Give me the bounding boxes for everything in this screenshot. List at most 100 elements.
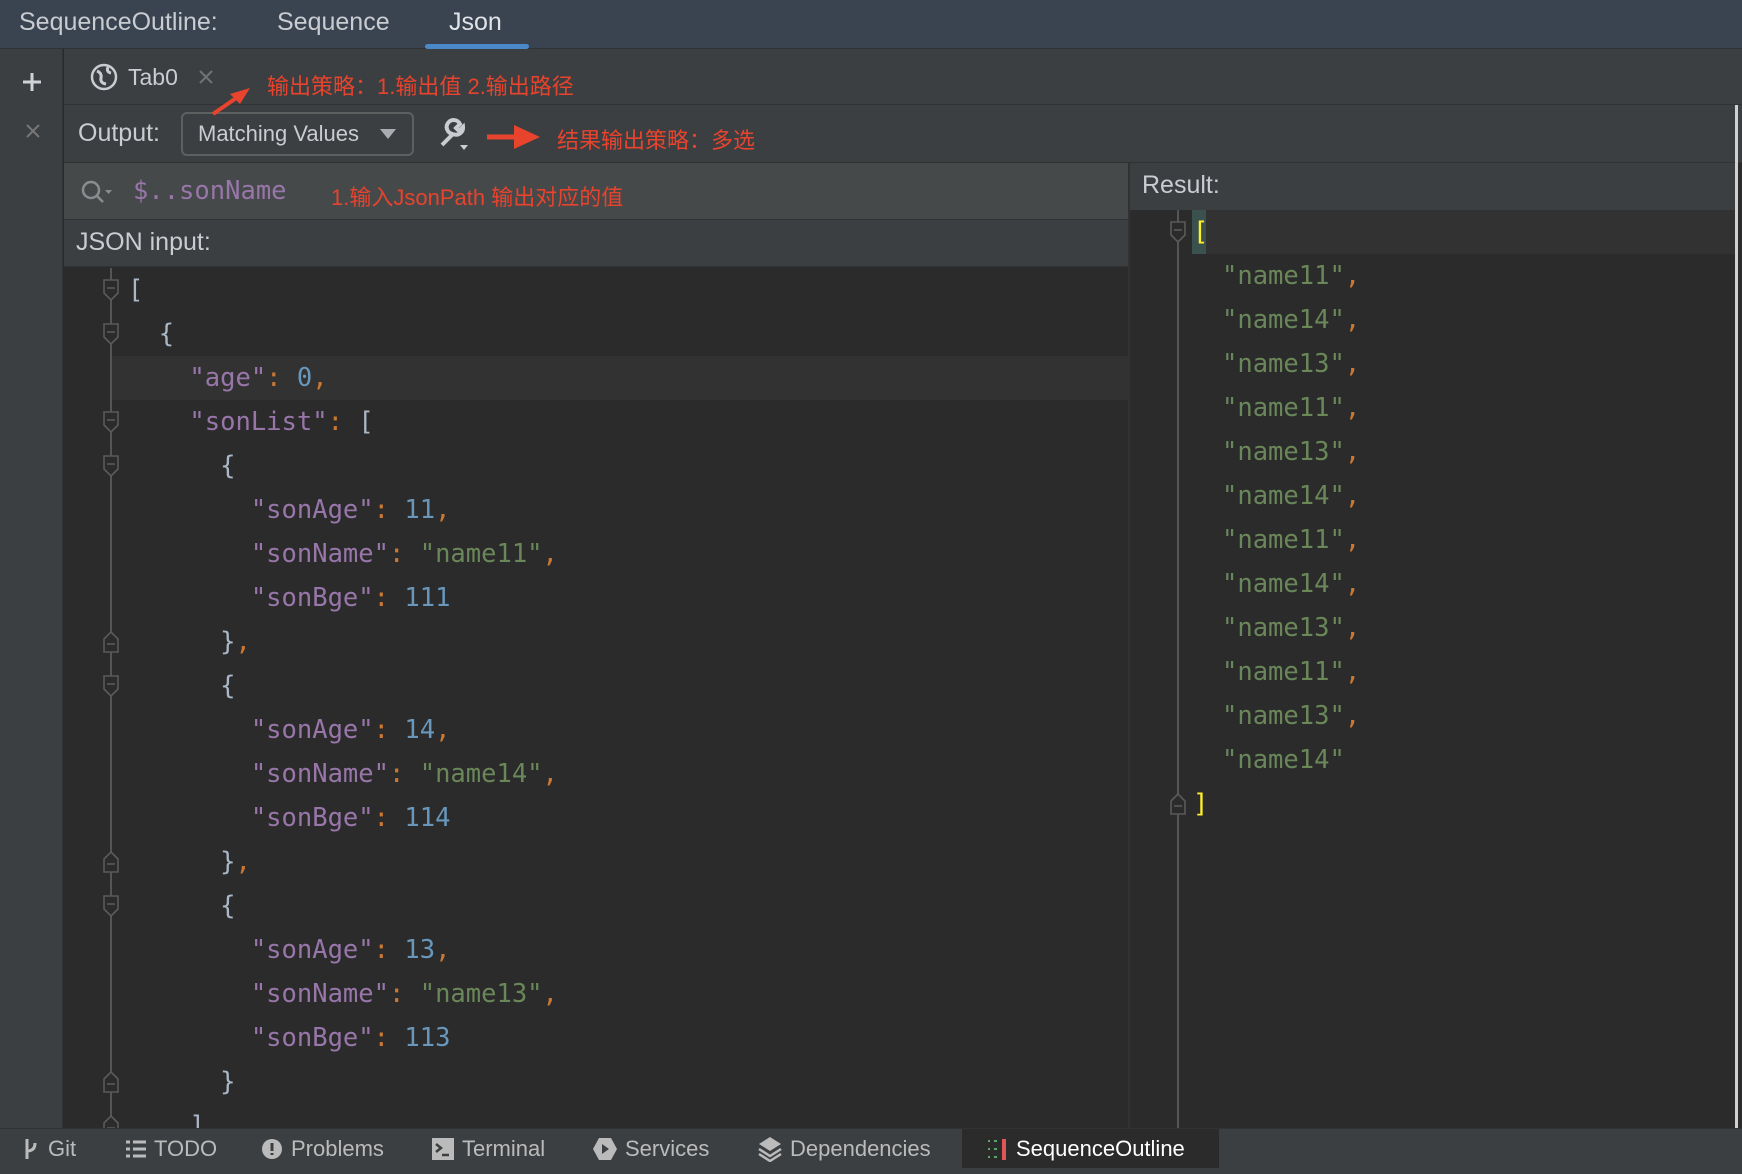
code-token: "age" [128, 363, 267, 393]
code-line: "sonName": "name14", [128, 752, 558, 796]
tool-dependencies[interactable]: Dependencies [758, 1129, 931, 1169]
fold-collapse-icon[interactable] [1170, 221, 1186, 244]
tab-sequence[interactable]: Sequence [277, 8, 390, 37]
result-open-bracket: [ [1193, 210, 1208, 254]
result-value: "name13", [1222, 694, 1360, 738]
code-token: , [435, 935, 451, 965]
tool-label: Terminal [462, 1136, 546, 1161]
fold-end-icon[interactable] [103, 850, 119, 873]
result-token: "name14" [1222, 569, 1345, 599]
jsonpath-search-bar[interactable]: $..sonName 1.输入JsonPath 输出对应的值 [64, 163, 1128, 220]
code-line: "sonAge": 13, [128, 928, 451, 972]
fold-end-icon[interactable] [103, 630, 119, 653]
result-value: "name11", [1222, 254, 1360, 298]
code-token: , [435, 715, 451, 745]
fold-collapse-icon[interactable] [103, 895, 119, 918]
search-icon[interactable] [80, 179, 114, 205]
result-value: "name13", [1222, 606, 1360, 650]
code-token: : [373, 583, 405, 613]
tool-services[interactable]: Services [593, 1129, 709, 1169]
code-token: , [235, 847, 251, 877]
bottom-tool-bar: Git TODO Problems Terminal Services Depe… [0, 1128, 1742, 1169]
code-line: "sonAge": 11, [128, 488, 451, 532]
code-token: : [373, 495, 405, 525]
fold-end-icon[interactable] [1170, 792, 1186, 815]
annotation-result-strategy: 结果输出策略：多选 [557, 128, 756, 153]
result-token: "name13" [1222, 437, 1345, 467]
result-token: "name13" [1222, 613, 1345, 643]
code-token: : [389, 539, 420, 569]
scrollbar[interactable] [1735, 105, 1738, 1128]
left-toolbar [0, 49, 63, 1128]
code-line: "sonList": [ [128, 400, 373, 444]
tool-git[interactable]: Git [22, 1129, 76, 1169]
tab-tab0[interactable]: Tab0 [90, 57, 214, 97]
code-line: [ [128, 268, 143, 312]
caret-line-highlight [1192, 210, 1735, 254]
comma: , [1344, 481, 1361, 511]
comma: , [1344, 525, 1361, 555]
code-token: "sonName" [128, 539, 389, 569]
code-token: , [435, 495, 451, 525]
code-token: : [389, 759, 420, 789]
code-line: "sonBge": 114 [128, 796, 451, 840]
comma: , [1344, 261, 1361, 291]
tool-sequenceoutline[interactable]: SequenceOutline [962, 1129, 1219, 1169]
fold-end-icon[interactable] [103, 1114, 119, 1128]
code-token: [ [128, 275, 144, 305]
result-token: "name11" [1222, 657, 1345, 687]
code-token: 113 [404, 1023, 451, 1053]
tool-window-title: SequenceOutline: [19, 8, 218, 36]
code-line: { [128, 884, 235, 928]
fold-collapse-icon[interactable] [103, 455, 119, 478]
code-line: "sonAge": 14, [128, 708, 451, 752]
result-value: "name14" [1222, 738, 1345, 782]
annotation-arrows [211, 88, 540, 149]
json-input-editor[interactable]: [ { "age": 0, "sonList": [ { "sonAge": 1… [64, 268, 1128, 1128]
tool-todo[interactable]: TODO [126, 1129, 217, 1169]
tab-json[interactable]: Json [449, 8, 502, 37]
comma: , [1344, 701, 1361, 731]
close-icon[interactable] [25, 123, 41, 139]
comma: , [1344, 393, 1361, 423]
json-input-label: JSON input: [76, 228, 211, 256]
code-token: "sonBge" [128, 803, 374, 833]
tool-terminal[interactable]: Terminal [432, 1129, 545, 1169]
warning-icon [262, 1139, 282, 1159]
fold-collapse-icon[interactable] [103, 323, 119, 346]
code-token: "sonName" [128, 979, 389, 1009]
result-value: "name11", [1222, 650, 1360, 694]
plus-icon[interactable] [21, 71, 43, 93]
result-value: "name14", [1222, 298, 1360, 342]
code-token: , [312, 363, 328, 393]
result-token: "name14" [1222, 481, 1345, 511]
jsonpath-input[interactable]: $..sonName [133, 169, 287, 213]
fold-collapse-icon[interactable] [103, 279, 119, 302]
code-line: ] [128, 1104, 205, 1128]
code-line: { [128, 312, 174, 356]
code-line: { [128, 664, 235, 708]
code-token: 114 [404, 803, 451, 833]
code-token: 0 [296, 363, 313, 393]
result-value: "name14", [1222, 474, 1360, 518]
code-token: "name13" [419, 979, 543, 1009]
code-token: 14 [404, 715, 436, 745]
code-token: "name11" [419, 539, 543, 569]
result-label: Result: [1142, 171, 1220, 199]
result-viewer[interactable]: ["name11", "name14", "name13", "name11", "na… [1130, 210, 1735, 1128]
fold-collapse-icon[interactable] [103, 675, 119, 698]
code-token: ] [128, 1111, 205, 1128]
result-value: "name13", [1222, 430, 1360, 474]
code-token: "sonList" [128, 407, 328, 437]
fold-end-icon[interactable] [103, 1070, 119, 1093]
code-token: : [373, 1023, 405, 1053]
status-strip [0, 1168, 1742, 1174]
result-value: "name11", [1222, 386, 1360, 430]
code-token: { [128, 319, 175, 349]
tool-label: Git [48, 1136, 77, 1161]
tool-problems[interactable]: Problems [261, 1129, 384, 1169]
fold-collapse-icon[interactable] [103, 411, 119, 434]
code-token: , [542, 759, 558, 789]
arrow-right-icon [514, 125, 540, 149]
comma: , [1344, 657, 1361, 687]
